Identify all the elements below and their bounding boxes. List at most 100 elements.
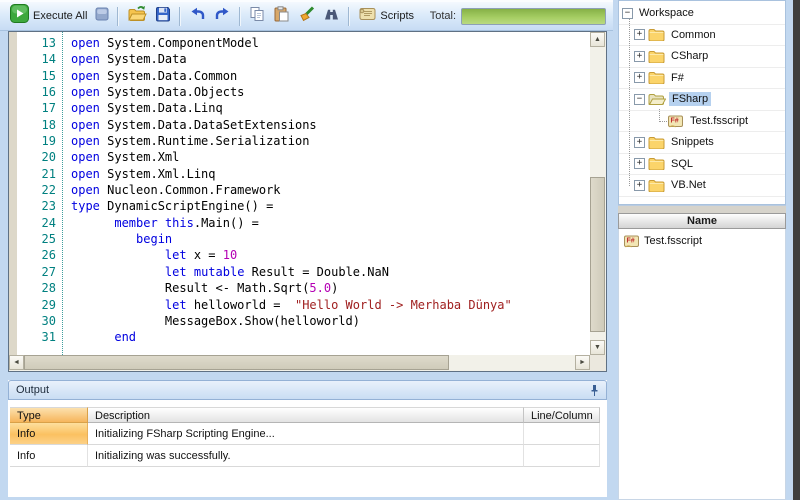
folder-closed-icon (648, 136, 665, 149)
code-line: begin (136, 232, 173, 247)
find-button[interactable] (319, 5, 344, 28)
line-number: 28 (41, 281, 56, 296)
output-row[interactable]: Info Initializing was successfully. (10, 445, 600, 467)
code-line: open System.Data.DataSetExtensions (71, 117, 317, 132)
vertical-scroll-thumb[interactable] (590, 177, 605, 332)
scripts-button[interactable]: Scripts (354, 5, 418, 28)
expand-icon[interactable]: + (634, 50, 645, 62)
line-number: 21 (41, 166, 56, 181)
tree-item-vb-net[interactable]: + VB.Net (619, 175, 785, 197)
code-line: member this.Main() = (114, 215, 259, 230)
code-line: let x = 10 (164, 248, 238, 263)
file-list-item[interactable]: F# Test.fsscript (619, 229, 785, 248)
code-line: open System.Xml.Linq (71, 166, 216, 181)
stop-button[interactable] (91, 5, 113, 28)
total-progress-group: Total: (430, 7, 606, 25)
editor-vertical-scrollbar[interactable]: ▲ ▼ (590, 32, 606, 355)
file-name: Test.fsscript (644, 235, 703, 247)
copy-button[interactable] (245, 4, 269, 29)
output-table: Type Description Line/Column Info Initializi… (10, 407, 600, 467)
folder-closed-icon (648, 28, 665, 42)
output-panel: Output Type Description Line/Column Info Ini… (8, 380, 607, 497)
tree-item-sql[interactable]: + SQL (619, 154, 785, 175)
scroll-down-arrow-icon[interactable]: ▼ (590, 340, 605, 355)
column-header-description[interactable]: Description (88, 407, 524, 423)
code-line: open System.Data.Objects (71, 85, 245, 100)
save-icon (155, 6, 171, 27)
code-line: let mutable Result = Double.NaN (164, 264, 389, 279)
line-column-cell (524, 445, 600, 467)
column-header-type[interactable]: Type (10, 407, 88, 423)
folder-open-icon (648, 93, 666, 106)
line-number: 20 (41, 150, 56, 165)
output-title-bar: Output (8, 380, 607, 400)
workspace-tree: − Workspace + Common + CSharp + F# − FSharp F# Test… (618, 0, 786, 205)
expand-icon[interactable]: + (634, 158, 645, 170)
scroll-icon (358, 7, 376, 26)
workspace-sidebar: − Workspace + Common + CSharp + F# − FSharp F# Test… (618, 0, 800, 500)
column-header-line-column[interactable]: Line/Column (524, 407, 600, 423)
tree-item-workspace[interactable]: − Workspace (619, 3, 785, 25)
tree-item-fsharp[interactable]: − FSharp (619, 89, 785, 111)
tree-item-label[interactable]: FSharp (669, 92, 712, 107)
output-title: Output (16, 384, 50, 396)
tree-item-test-fsscript[interactable]: F# Test.fsscript (619, 111, 785, 132)
pin-icon[interactable] (590, 384, 599, 397)
paste-button[interactable] (269, 4, 293, 29)
tree-item-csharp[interactable]: + CSharp (619, 46, 785, 68)
execute-all-label: Execute All (33, 10, 88, 22)
toolbar-separator (348, 6, 351, 26)
tree-item-snippets[interactable]: + Snippets (619, 132, 785, 154)
tree-item-label[interactable]: Test.fsscript (687, 114, 751, 128)
scroll-left-arrow-icon[interactable]: ◄ (9, 355, 24, 370)
toolbar: Execute All Scripts Total: (0, 0, 613, 31)
line-number-gutter: 13 14 15 16 17 18 19 20 21 22 23 24 25 26 27 28 29 30 31 (17, 32, 63, 355)
scroll-up-arrow-icon[interactable]: ▲ (590, 32, 605, 47)
name-column-header[interactable]: Name (618, 213, 786, 229)
tree-item-common[interactable]: + Common (619, 25, 785, 46)
code-editor-panel: 13 14 15 16 17 18 19 20 21 22 23 24 25 26 27 28 29 30 31 o… (8, 31, 607, 372)
scripts-label: Scripts (380, 10, 415, 22)
horizontal-scroll-thumb[interactable] (24, 355, 449, 370)
tree-item-label[interactable]: VB.Net (668, 178, 709, 192)
description-cell: Initializing was successfully. (88, 445, 524, 467)
output-row[interactable]: Info Initializing FSharp Scripting Engine… (10, 423, 600, 445)
tree-item-f[interactable]: + F# (619, 68, 785, 89)
redo-button[interactable] (210, 4, 235, 28)
line-number: 27 (41, 264, 56, 279)
code-line: Result <- Math.Sqrt(5.0) (71, 281, 339, 296)
folder-closed-icon (648, 179, 665, 192)
expand-icon[interactable]: + (634, 29, 645, 41)
scroll-right-arrow-icon[interactable]: ► (575, 355, 590, 370)
paste-icon (273, 5, 289, 27)
svg-text:F#: F# (627, 238, 635, 245)
tree-item-label[interactable]: SQL (668, 157, 696, 171)
tree-item-label[interactable]: Workspace (636, 6, 697, 20)
expand-icon[interactable]: + (634, 136, 645, 148)
editor-horizontal-scrollbar[interactable]: ◄ ► (9, 355, 590, 371)
total-progress-bar (461, 7, 606, 25)
tree-item-label[interactable]: Snippets (668, 135, 717, 149)
fsharp-script-icon: F# (623, 234, 640, 248)
code-area[interactable]: open System.ComponentModel open System.Da… (64, 32, 590, 355)
tree-connector-line (659, 121, 667, 122)
folder-closed-icon (648, 157, 665, 171)
line-number: 31 (41, 330, 56, 345)
open-button[interactable] (123, 3, 151, 29)
tree-item-label[interactable]: Common (668, 28, 719, 42)
execute-all-button[interactable]: Execute All (6, 2, 91, 30)
line-number: 22 (41, 183, 56, 198)
collapse-icon[interactable]: − (634, 93, 645, 105)
code-line: open System.Xml (71, 150, 180, 165)
collapse-icon[interactable]: − (622, 7, 633, 19)
expand-icon[interactable]: + (634, 179, 645, 191)
open-folder-icon (127, 5, 148, 27)
save-button[interactable] (151, 4, 175, 29)
line-number: 23 (41, 199, 56, 214)
undo-button[interactable] (185, 4, 210, 28)
expand-icon[interactable]: + (634, 72, 645, 84)
tree-item-label[interactable]: F# (668, 71, 687, 85)
brush-icon (297, 5, 315, 27)
tree-item-label[interactable]: CSharp (668, 49, 711, 63)
clear-button[interactable] (293, 4, 319, 29)
